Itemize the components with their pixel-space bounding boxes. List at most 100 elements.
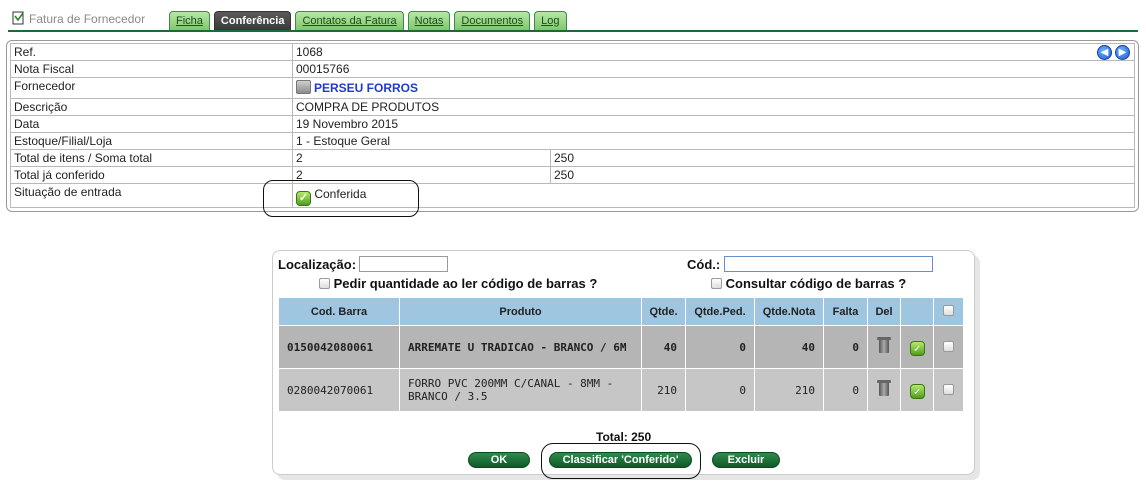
tab-bar: Ficha Conferência Contatos da Fatura Not… [169,11,567,30]
date-value: 19 Novembro 2015 [292,115,1135,133]
info-row-ref: Ref. 1068 [10,43,1135,61]
row-qty: 210 [641,368,686,412]
check-icon: ✓ [909,340,925,356]
col-qtde-nota: Qtde.Nota [754,297,824,326]
date-label: Data [10,115,293,133]
items-table: Cod. Barra Produto Qtde. Qtde.Ped. Qtde.… [278,297,964,412]
total-items-sum: 250 [550,149,1135,167]
location-input[interactable] [359,256,448,272]
delete-button[interactable]: Excluir [712,452,780,468]
info-row-store: Estoque/Filial/Loja 1 - Estoque Geral [10,132,1135,150]
ask-qty-checkbox[interactable] [319,278,330,289]
ref-label: Ref. [10,43,293,61]
tab-notas[interactable]: Notas [407,11,451,30]
row-delete-cell [867,325,901,369]
checked-count: 2 [292,166,551,184]
tab-documentos[interactable]: Documentos [454,11,531,30]
app-title: Fatura de Fornecedor [12,11,145,26]
row-qty: 40 [641,325,686,369]
supplier-link[interactable]: PERSEU FORROS [314,81,418,95]
arrow-left-icon[interactable]: ◀ [1097,45,1112,60]
description-label: Descrição [10,98,293,116]
row-checkbox[interactable] [943,383,954,395]
lookup-checkbox[interactable] [711,278,722,289]
row-status-cell: ✓ [900,368,934,412]
classify-checked-button[interactable]: Classificar 'Conferido' [549,452,692,468]
select-all-checkbox[interactable] [943,305,954,316]
ok-button[interactable]: OK [468,452,530,468]
row-qty-invoice: 40 [754,325,824,369]
row-select-cell [933,325,964,369]
lookup-option: Consultar código de barras ? [711,276,906,291]
store-value: 1 - Estoque Geral [292,132,1135,150]
lookup-label: Consultar código de barras ? [725,276,907,291]
check-icon: ✓ [296,191,311,206]
total-items-count: 2 [292,149,551,167]
nf-value: 00015766 [292,60,1135,78]
table-row: 0280042070061 FORRO PVC 200MM C/CANAL - … [278,368,964,412]
col-falta: Falta [823,297,868,326]
info-row-checked: Total já conferido 2 250 [10,166,1135,184]
code-label: Cód.: [687,257,721,272]
status-cell: ✓ Conferida [292,183,1135,208]
row-barcode: 0280042070061 [278,368,400,412]
ask-qty-label: Pedir quantidade ao ler código de barras… [333,276,598,291]
ask-qty-option: Pedir quantidade ao ler código de barras… [319,276,597,291]
store-label: Estoque/Filial/Loja [10,132,293,150]
page-header: Fatura de Fornecedor Ficha Conferência C… [8,8,1138,32]
trash-icon[interactable] [877,379,891,396]
row-missing: 0 [823,325,868,369]
row-product: FORRO PVC 200MM C/CANAL - 8MM - BRANCO /… [399,368,642,412]
trash-icon[interactable] [877,336,891,353]
col-status [900,297,934,326]
tab-conferencia[interactable]: Conferência [213,11,292,30]
tab-ficha[interactable]: Ficha [169,11,210,30]
invoice-info-table: Ref. 1068 Nota Fiscal 00015766 Fornecedo… [10,43,1135,208]
tab-contatos-da-fatura[interactable]: Contatos da Fatura [295,11,404,30]
row-select-cell [933,368,964,412]
conference-panel: Localização: Cód.: Pedir quantidade ao l… [272,250,975,475]
col-qtde: Qtde. [641,297,686,326]
row-qty-ordered: 0 [685,368,755,412]
supplier-cell: PERSEU FORROS [292,77,1135,99]
total-items-label: Total de itens / Soma total [10,149,293,167]
ref-value: 1068 [292,43,1135,61]
supplier-label: Fornecedor [10,77,293,99]
info-row-status: Situação de entrada ✓ Conferida [10,183,1135,208]
status-value: Conferida [314,187,367,201]
items-header-row: Cod. Barra Produto Qtde. Qtde.Ped. Qtde.… [278,297,964,326]
row-barcode: 0150042080061 [278,325,400,369]
nf-label: Nota Fiscal [10,60,293,78]
row-delete-cell [867,368,901,412]
col-cod-barra: Cod. Barra [278,297,400,326]
row-product: ARREMATE U TRADICAO - BRANCO / 6M [399,325,642,369]
code-input[interactable] [724,256,933,272]
row-checkbox[interactable] [943,340,954,352]
description-value: COMPRA DE PRODUTOS [292,98,1135,116]
info-row-total-items: Total de itens / Soma total 2 250 [10,149,1135,167]
info-row-nf: Nota Fiscal 00015766 [10,60,1135,78]
row-qty-invoice: 210 [754,368,824,412]
invoice-info-panel: ◀ ▶ Ref. 1068 Nota Fiscal 00015766 Forne… [6,40,1139,212]
table-row: 0150042080061 ARREMATE U TRADICAO - BRAN… [278,325,964,369]
checked-label: Total já conferido [10,166,293,184]
info-row-supplier: Fornecedor PERSEU FORROS [10,77,1135,99]
info-row-description: Descrição COMPRA DE PRODUTOS [10,98,1135,116]
arrow-right-icon[interactable]: ▶ [1115,45,1130,60]
col-select [933,297,964,326]
record-navigation: ◀ ▶ [1097,45,1130,60]
status-label: Situação de entrada [10,183,293,208]
col-qtde-ped: Qtde.Ped. [685,297,755,326]
location-label: Localização: [278,257,357,272]
app-title-text: Fatura de Fornecedor [29,12,146,26]
col-del: Del [867,297,901,326]
checked-sum: 250 [550,166,1135,184]
check-icon: ✓ [909,383,925,399]
row-status-cell: ✓ [900,325,934,369]
supplier-icon [296,80,311,94]
tab-log[interactable]: Log [534,11,567,30]
col-produto: Produto [399,297,642,326]
row-qty-ordered: 0 [685,325,755,369]
row-missing: 0 [823,368,868,412]
info-row-date: Data 19 Novembro 2015 [10,115,1135,133]
